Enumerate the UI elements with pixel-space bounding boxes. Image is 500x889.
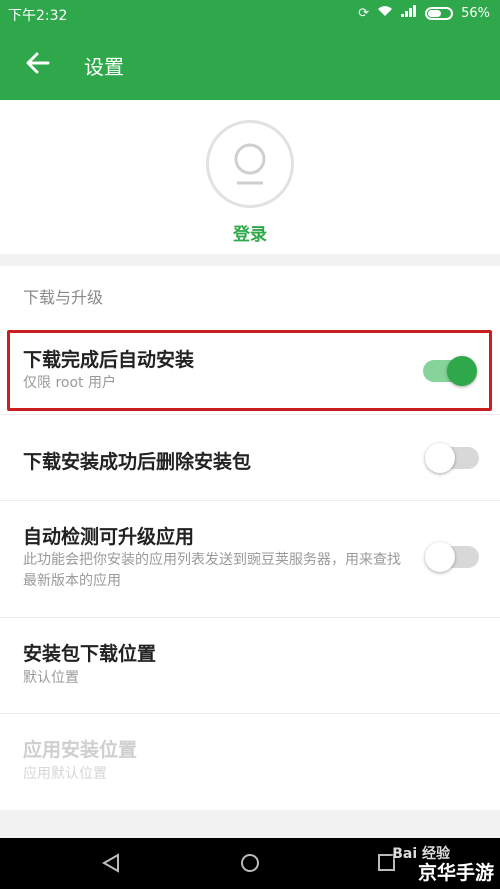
back-arrow-icon[interactable] — [24, 49, 52, 77]
page-title: 设置 — [84, 55, 124, 79]
setting-row-auto-check[interactable]: 自动检测可升级应用 此功能会把你安装的应用列表发送到豌豆荚服务器，用来查找最新版… — [0, 501, 500, 608]
watermark: Bai 经验 京华手游 — [392, 846, 494, 885]
battery-icon — [425, 6, 454, 20]
setting-row-download-location[interactable]: 安装包下载位置 默认位置 — [0, 618, 500, 712]
status-time: 下午2:32 — [8, 8, 68, 24]
setting-title: 安装包下载位置 — [23, 643, 157, 665]
user-icon — [234, 143, 266, 185]
baidu-watermark: Bai 经验 — [392, 846, 450, 862]
wifi-icon — [377, 5, 393, 21]
section-header: 下载与升级 — [23, 288, 104, 307]
setting-row-delete-package[interactable]: 下载安装成功后删除安装包 — [0, 415, 500, 500]
sync-icon: ⟳ — [358, 5, 370, 21]
navigation-bar: Bai 经验 京华手游 — [0, 838, 500, 889]
app-bar: 设置 — [0, 27, 500, 100]
watermark-text: 京华手游 — [417, 862, 494, 884]
setting-title: 下载完成后自动安装 — [23, 349, 195, 371]
setting-row-auto-install[interactable]: 下载完成后自动安装 仅限 root 用户 — [0, 328, 500, 414]
delete-package-toggle[interactable] — [425, 443, 479, 473]
setting-subtitle: 应用默认位置 — [23, 766, 107, 782]
toggle-knob — [447, 356, 477, 386]
home-nav-icon[interactable] — [238, 838, 262, 889]
profile-card: 登录 — [0, 100, 500, 254]
status-icons: ⟳ 56% — [358, 5, 490, 21]
setting-subtitle: 默认位置 — [23, 670, 79, 686]
setting-subtitle: 此功能会把你安装的应用列表发送到豌豆荚服务器，用来查找最新版本的应用 — [23, 552, 401, 589]
login-button[interactable]: 登录 — [0, 220, 500, 245]
setting-title: 应用安装位置 — [23, 739, 138, 761]
signal-icon — [401, 5, 417, 21]
auto-check-toggle[interactable] — [425, 542, 479, 572]
battery-percent: 56% — [461, 5, 490, 21]
back-nav-icon[interactable] — [100, 838, 124, 889]
auto-install-toggle[interactable] — [423, 356, 477, 386]
setting-subtitle: 仅限 root 用户 — [23, 375, 116, 391]
setting-title: 下载安装成功后删除安装包 — [23, 451, 252, 473]
toggle-knob — [425, 542, 455, 572]
toggle-knob — [425, 443, 455, 473]
setting-row-install-location: 应用安装位置 应用默认位置 — [0, 714, 500, 808]
status-bar: 下午2:32 ⟳ 56% — [0, 0, 500, 27]
avatar[interactable] — [206, 120, 294, 208]
setting-title: 自动检测可升级应用 — [23, 526, 195, 548]
